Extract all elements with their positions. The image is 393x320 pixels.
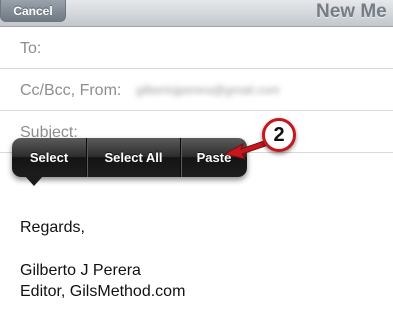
select-all-menu-item[interactable]: Select All [86, 138, 180, 177]
navigation-bar: Cancel New Me [0, 0, 393, 27]
body-line-title: Editor, GilsMethod.com [20, 283, 186, 300]
body-line-name: Gilberto J Perera [20, 262, 141, 279]
to-field-row[interactable]: To: [0, 27, 393, 69]
cancel-button[interactable]: Cancel [0, 0, 66, 22]
to-label: To: [20, 40, 42, 57]
ccbcc-from-label: Cc/Bcc, From: [20, 82, 122, 99]
edit-menu-popover: Select Select All Paste [12, 138, 247, 177]
select-menu-item[interactable]: Select [12, 138, 86, 177]
step-number-badge: 2 [262, 118, 296, 152]
from-email-value: gilbertojperera@gmail.com [136, 83, 280, 97]
ccbcc-from-field-row[interactable]: Cc/Bcc, From: gilbertojperera@gmail.com [0, 69, 393, 111]
popover-pointer [25, 176, 43, 186]
page-title: New Me [316, 1, 387, 22]
body-line-regards: Regards, [20, 219, 85, 236]
